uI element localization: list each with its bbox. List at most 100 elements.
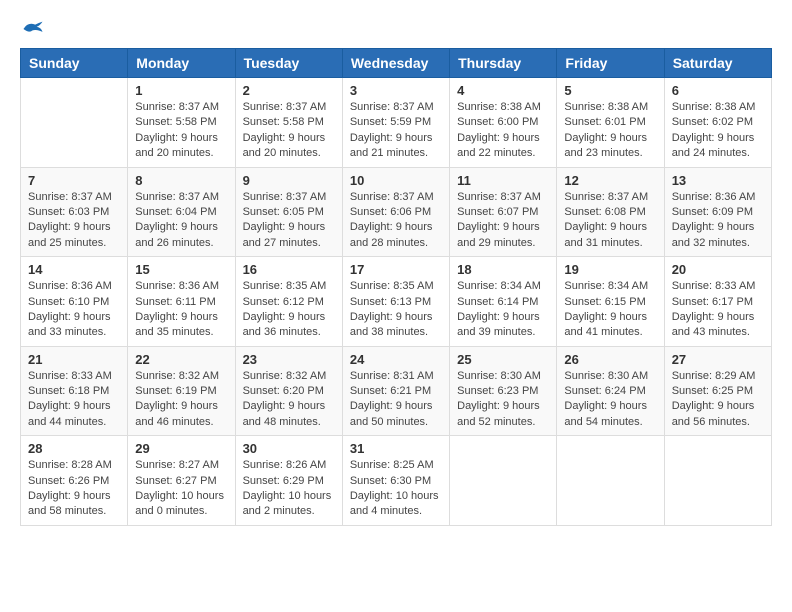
calendar-cell: 26 Sunrise: 8:30 AMSunset: 6:24 PMDayligh… [557, 346, 664, 436]
day-info: Sunrise: 8:37 AMSunset: 5:59 PMDaylight:… [350, 100, 442, 162]
calendar-cell: 4Sunrise: 8:38 AMSunset: 6:00 PMDaylight… [450, 78, 557, 168]
calendar-cell: 7 Sunrise: 8:37 AMSunset: 6:03 PMDaylight… [21, 167, 128, 257]
weekday-header-monday: Monday [128, 49, 235, 78]
calendar-week-row: 28Sunrise: 8:28 AMSunset: 6:26 PMDayligh… [21, 436, 772, 526]
calendar-cell: 14 Sunrise: 8:36 AMSunset: 6:10 PMDayligh… [21, 257, 128, 347]
calendar-week-row: 1 Sunrise: 8:37 AMSunset: 5:58 PMDaylight… [21, 78, 772, 168]
calendar-cell: 1 Sunrise: 8:37 AMSunset: 5:58 PMDaylight… [128, 78, 235, 168]
day-number: 6 [672, 83, 764, 98]
day-number: 14 [28, 262, 120, 277]
day-number: 24 [350, 352, 442, 367]
weekday-header-saturday: Saturday [664, 49, 771, 78]
day-info: Sunrise: 8:30 AMSunset: 6:24 PMDaylight:… [564, 369, 656, 431]
day-info: Sunrise: 8:33 AMSunset: 6:17 PMDaylight:… [672, 279, 764, 341]
day-number: 3 [350, 83, 442, 98]
logo [20, 20, 44, 38]
day-info: Sunrise: 8:37 AMSunset: 6:04 PMDaylight:… [135, 190, 227, 252]
day-info: Sunrise: 8:26 AMSunset: 6:29 PMDaylight:… [243, 458, 335, 520]
day-number: 7 [28, 173, 120, 188]
calendar-cell: 12Sunrise: 8:37 AMSunset: 6:08 PMDayligh… [557, 167, 664, 257]
day-info: Sunrise: 8:30 AMSunset: 6:23 PMDaylight:… [457, 369, 549, 431]
day-info: Sunrise: 8:36 AMSunset: 6:11 PMDaylight:… [135, 279, 227, 341]
weekday-header-thursday: Thursday [450, 49, 557, 78]
calendar-cell: 6 Sunrise: 8:38 AMSunset: 6:02 PMDaylight… [664, 78, 771, 168]
weekday-header-friday: Friday [557, 49, 664, 78]
day-info: Sunrise: 8:34 AMSunset: 6:14 PMDaylight:… [457, 279, 549, 341]
calendar-cell: 30Sunrise: 8:26 AMSunset: 6:29 PMDayligh… [235, 436, 342, 526]
day-number: 5 [564, 83, 656, 98]
day-info: Sunrise: 8:36 AMSunset: 6:10 PMDaylight:… [28, 279, 120, 341]
day-number: 29 [135, 441, 227, 456]
day-number: 8 [135, 173, 227, 188]
day-number: 18 [457, 262, 549, 277]
calendar-cell: 8 Sunrise: 8:37 AMSunset: 6:04 PMDaylight… [128, 167, 235, 257]
day-number: 13 [672, 173, 764, 188]
calendar-cell [21, 78, 128, 168]
calendar-week-row: 14 Sunrise: 8:36 AMSunset: 6:10 PMDayligh… [21, 257, 772, 347]
day-number: 1 [135, 83, 227, 98]
calendar-cell: 27 Sunrise: 8:29 AMSunset: 6:25 PMDayligh… [664, 346, 771, 436]
day-number: 22 [135, 352, 227, 367]
calendar-cell: 21 Sunrise: 8:33 AMSunset: 6:18 PMDayligh… [21, 346, 128, 436]
day-info: Sunrise: 8:37 AMSunset: 6:03 PMDaylight:… [28, 190, 120, 252]
day-info: Sunrise: 8:33 AMSunset: 6:18 PMDaylight:… [28, 369, 120, 431]
day-info: Sunrise: 8:38 AMSunset: 6:01 PMDaylight:… [564, 100, 656, 162]
calendar-cell: 28Sunrise: 8:28 AMSunset: 6:26 PMDayligh… [21, 436, 128, 526]
day-number: 27 [672, 352, 764, 367]
day-info: Sunrise: 8:36 AMSunset: 6:09 PMDaylight:… [672, 190, 764, 252]
day-number: 9 [243, 173, 335, 188]
day-info: Sunrise: 8:38 AMSunset: 6:02 PMDaylight:… [672, 100, 764, 162]
day-number: 23 [243, 352, 335, 367]
calendar-week-row: 21 Sunrise: 8:33 AMSunset: 6:18 PMDayligh… [21, 346, 772, 436]
day-number: 26 [564, 352, 656, 367]
day-info: Sunrise: 8:34 AMSunset: 6:15 PMDaylight:… [564, 279, 656, 341]
day-number: 19 [564, 262, 656, 277]
calendar-cell: 18 Sunrise: 8:34 AMSunset: 6:14 PMDayligh… [450, 257, 557, 347]
calendar-cell: 31 Sunrise: 8:25 AMSunset: 6:30 PMDayligh… [342, 436, 449, 526]
calendar-cell: 19 Sunrise: 8:34 AMSunset: 6:15 PMDayligh… [557, 257, 664, 347]
day-info: Sunrise: 8:37 AMSunset: 6:05 PMDaylight:… [243, 190, 335, 252]
calendar-cell: 25 Sunrise: 8:30 AMSunset: 6:23 PMDayligh… [450, 346, 557, 436]
day-info: Sunrise: 8:37 AMSunset: 5:58 PMDaylight:… [135, 100, 227, 162]
calendar-cell: 22 Sunrise: 8:32 AMSunset: 6:19 PMDayligh… [128, 346, 235, 436]
day-number: 31 [350, 441, 442, 456]
calendar-cell: 2Sunrise: 8:37 AMSunset: 5:58 PMDaylight… [235, 78, 342, 168]
day-number: 10 [350, 173, 442, 188]
calendar-cell [664, 436, 771, 526]
calendar-table: SundayMondayTuesdayWednesdayThursdayFrid… [20, 48, 772, 526]
calendar-cell: 10 Sunrise: 8:37 AMSunset: 6:06 PMDayligh… [342, 167, 449, 257]
weekday-header-wednesday: Wednesday [342, 49, 449, 78]
day-info: Sunrise: 8:38 AMSunset: 6:00 PMDaylight:… [457, 100, 549, 162]
weekday-header-sunday: Sunday [21, 49, 128, 78]
calendar-cell: 5 Sunrise: 8:38 AMSunset: 6:01 PMDaylight… [557, 78, 664, 168]
calendar-cell [450, 436, 557, 526]
day-number: 25 [457, 352, 549, 367]
day-info: Sunrise: 8:32 AMSunset: 6:19 PMDaylight:… [135, 369, 227, 431]
day-info: Sunrise: 8:32 AMSunset: 6:20 PMDaylight:… [243, 369, 335, 431]
calendar-week-row: 7 Sunrise: 8:37 AMSunset: 6:03 PMDaylight… [21, 167, 772, 257]
calendar-cell [557, 436, 664, 526]
calendar-cell: 24 Sunrise: 8:31 AMSunset: 6:21 PMDayligh… [342, 346, 449, 436]
day-number: 11 [457, 173, 549, 188]
logo-bird-icon [22, 20, 44, 38]
calendar-cell: 23 Sunrise: 8:32 AMSunset: 6:20 PMDayligh… [235, 346, 342, 436]
weekday-header-row: SundayMondayTuesdayWednesdayThursdayFrid… [21, 49, 772, 78]
day-number: 15 [135, 262, 227, 277]
weekday-header-tuesday: Tuesday [235, 49, 342, 78]
day-number: 12 [564, 173, 656, 188]
day-info: Sunrise: 8:37 AMSunset: 6:07 PMDaylight:… [457, 190, 549, 252]
calendar-cell: 20 Sunrise: 8:33 AMSunset: 6:17 PMDayligh… [664, 257, 771, 347]
day-number: 20 [672, 262, 764, 277]
day-info: Sunrise: 8:37 AMSunset: 6:06 PMDaylight:… [350, 190, 442, 252]
calendar-cell: 29Sunrise: 8:27 AMSunset: 6:27 PMDayligh… [128, 436, 235, 526]
day-number: 21 [28, 352, 120, 367]
calendar-cell: 9 Sunrise: 8:37 AMSunset: 6:05 PMDaylight… [235, 167, 342, 257]
day-info: Sunrise: 8:35 AMSunset: 6:13 PMDaylight:… [350, 279, 442, 341]
day-info: Sunrise: 8:29 AMSunset: 6:25 PMDaylight:… [672, 369, 764, 431]
day-number: 16 [243, 262, 335, 277]
day-info: Sunrise: 8:31 AMSunset: 6:21 PMDaylight:… [350, 369, 442, 431]
day-number: 2 [243, 83, 335, 98]
calendar-cell: 17Sunrise: 8:35 AMSunset: 6:13 PMDayligh… [342, 257, 449, 347]
day-info: Sunrise: 8:25 AMSunset: 6:30 PMDaylight:… [350, 458, 442, 520]
calendar-cell: 16Sunrise: 8:35 AMSunset: 6:12 PMDayligh… [235, 257, 342, 347]
